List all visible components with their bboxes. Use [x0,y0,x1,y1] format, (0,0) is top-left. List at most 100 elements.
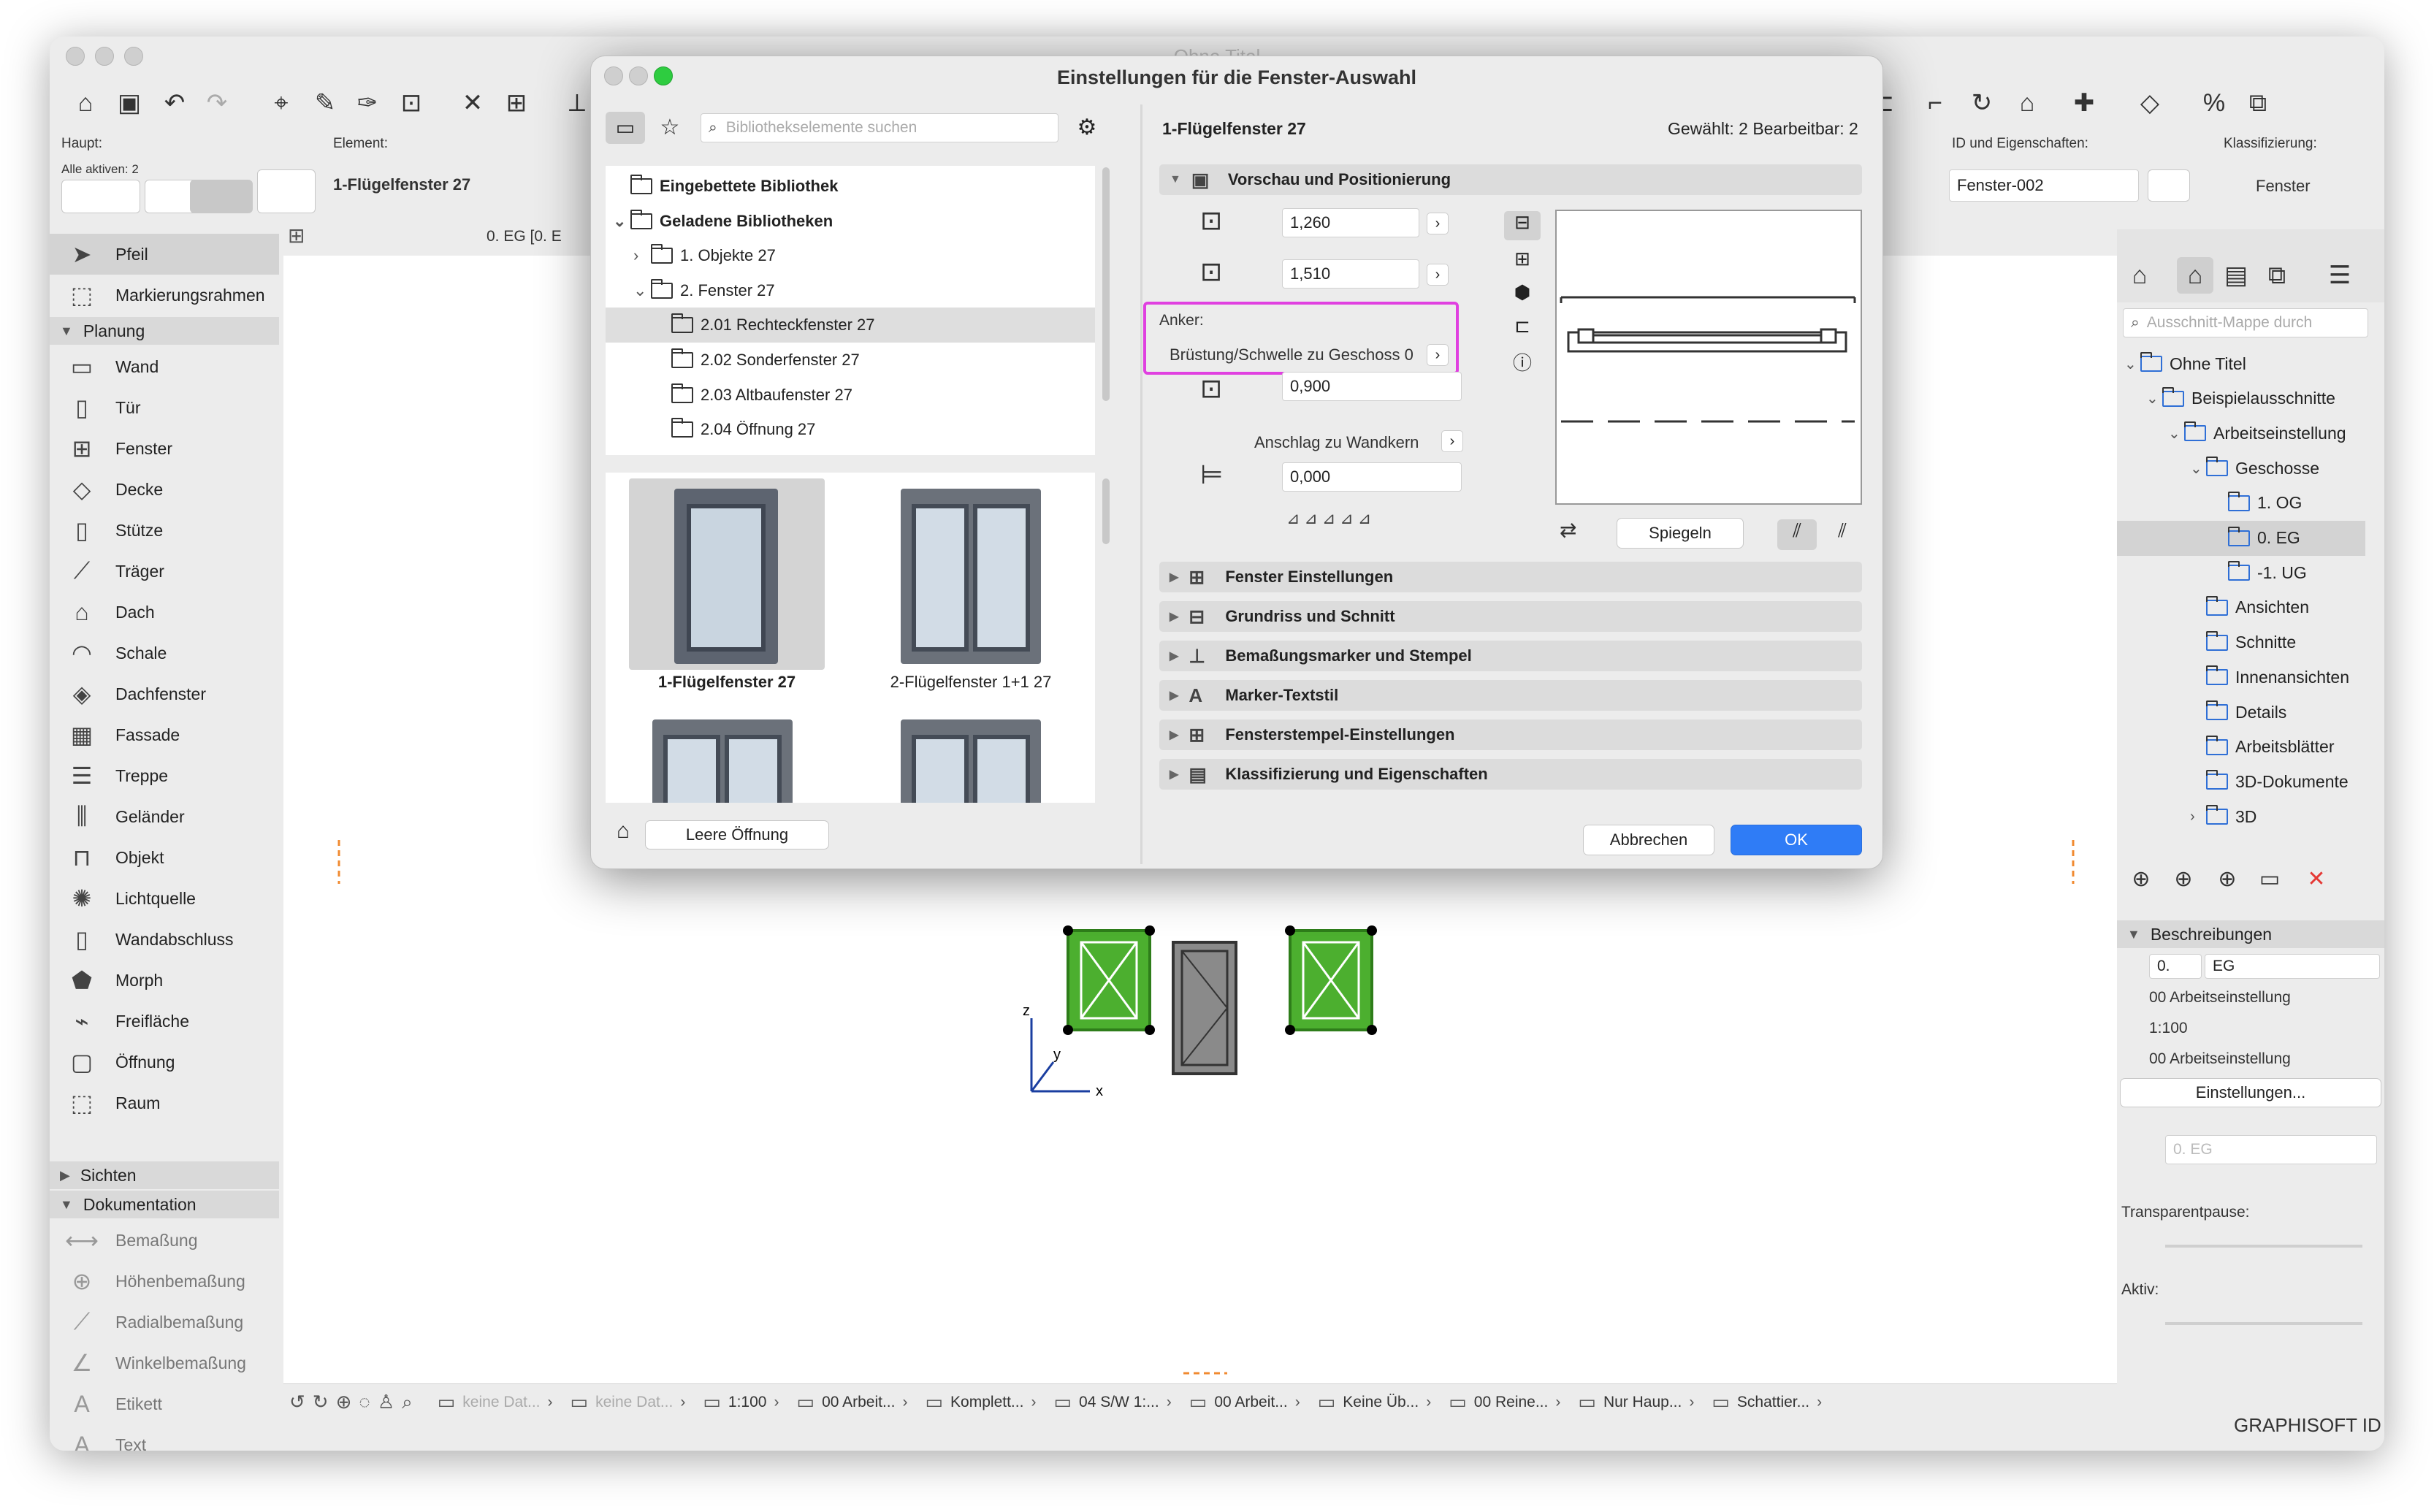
tool-window[interactable]: ⊞ Fenster [50,428,279,469]
add-point-icon[interactable]: ✚ [2066,85,2102,121]
status-item[interactable]: ▭ Komplett... › [925,1391,1036,1413]
reveal-field[interactable]: 0,000 [1282,462,1462,492]
window-element-2[interactable] [1285,925,1377,1035]
percent-icon[interactable]: % [2196,85,2232,121]
home-icon[interactable]: ⌂ [67,85,104,121]
thumb-4-image[interactable] [898,717,1044,803]
chevron-down-icon[interactable]: ⌄ [2124,355,2140,373]
folder-view-icon[interactable]: ▭ [606,112,645,144]
tool-wall[interactable]: ▭ Wand [50,346,279,387]
chevron-down-icon[interactable]: ⌄ [2146,389,2162,408]
tool-radial-dimension[interactable]: ⟋ Radialbemaßung [50,1302,279,1343]
properties-button[interactable] [2148,169,2190,202]
roof-icon[interactable]: ⌂ [2009,85,2045,121]
tool-curtain-wall[interactable]: ▦ Fassade [50,714,279,755]
library-manager-icon[interactable]: ⌂ [607,819,639,851]
transparent-slider[interactable] [2165,1245,2362,1248]
cancel-button[interactable]: Abbrechen [1583,825,1714,855]
publisher-icon[interactable]: ⧉ [2259,257,2295,294]
view-map-icon[interactable]: ⌂ [2177,257,2213,294]
menu-icon[interactable]: ☰ [2322,257,2358,294]
chevron-down-icon[interactable]: ⌄ [633,281,651,300]
tool-roof[interactable]: ⌂ Dach [50,592,279,633]
project-map-icon[interactable]: ⌂ [2121,257,2158,294]
section-marker-textstil[interactable]: ▶ A Marker-Textstil [1159,680,1862,711]
tool-wall-end[interactable]: ▯ Wandabschluss [50,919,279,960]
section-sichten[interactable]: ▶ Sichten [50,1161,279,1189]
tool-door[interactable]: ▯ Tür [50,387,279,428]
plan-preview-icon[interactable]: ⊟ [1504,211,1541,240]
tool-angle-dimension[interactable]: ∠ Winkelbemaßung [50,1343,279,1383]
thumb-3-image[interactable] [649,717,796,803]
navigator-item[interactable]: › 3D [2117,799,2365,834]
navigator-item[interactable]: Schnitte [2117,625,2365,660]
tool-beam[interactable]: ⟋ Träger [50,551,279,592]
id-field[interactable]: Fenster-002 [1949,169,2139,202]
tool-arrow[interactable]: ➤ Pfeil [50,234,279,275]
navigator-item[interactable]: ⌄ Ohne Titel [2117,346,2365,381]
library-tree-item[interactable]: 2.02 Sonderfenster 27 [606,343,1095,378]
library-tree-item[interactable]: Eingebettete Bibliothek [606,169,1095,204]
section-planung[interactable]: ▼ Planung [50,317,279,345]
library-tree-scrollbar[interactable] [1102,167,1110,401]
gravity-button[interactable] [190,180,253,213]
library-tree-item[interactable]: 2.04 Öffnung 27 [606,412,1095,447]
beschreibungen-header[interactable]: ▼ Beschreibungen [2117,920,2384,948]
navigator-item[interactable]: ⌄ Geschosse [2117,451,2365,486]
chevron-right-icon[interactable]: › [633,246,651,265]
reveal-arrow-button[interactable]: › [1441,430,1463,452]
section-preview-icon[interactable]: ⊏ [1504,315,1541,344]
navigator-item[interactable]: 0. EG [2117,520,2365,556]
find-select-icon[interactable]: ⌖ [263,85,300,121]
navigator-item[interactable]: ⌄ Arbeitseinstellung [2117,416,2365,451]
status-item[interactable]: ▭ 00 Arbeit... › [1189,1391,1300,1413]
thumb-1-image[interactable] [671,486,781,667]
pane-divider[interactable] [1140,104,1142,864]
status-item[interactable]: ▭ keine Dat... › [438,1391,553,1413]
navigator-item[interactable]: 1. OG [2117,486,2365,521]
navigator-item[interactable]: Details [2117,695,2365,730]
inject-icon[interactable]: ✑ [349,85,386,121]
ruler-icon[interactable]: ⊞ [498,85,535,121]
corner-icon[interactable]: ⌐ [1917,85,1953,121]
height-field[interactable]: 1,510 [1282,259,1419,289]
front-preview-icon[interactable]: ⊞ [1504,248,1541,277]
favorites-icon[interactable]: ☆ [654,112,686,144]
tool-lamp[interactable]: ✺ Lichtquelle [50,878,279,919]
library-search-input[interactable]: ⌕ Bibliothekselemente suchen [701,113,1058,142]
status-item[interactable]: ▭ 00 Reine... › [1449,1391,1560,1413]
navigator-item[interactable]: 3D-Dokumente [2117,764,2365,799]
tool-text[interactable]: A Text [50,1424,279,1451]
tool-mesh[interactable]: ⌁ Freifläche [50,1001,279,1042]
gear-icon[interactable]: ⚙ [1069,112,1105,144]
section-bemassung[interactable]: ▶ ⊥ Bemaßungsmarker und Stempel [1159,641,1862,671]
tab-grid-icon[interactable]: ⊞ [288,224,324,250]
library-tree-item[interactable]: 2.01 Rechteckfenster 27 [606,308,1095,343]
story-number-field[interactable]: 0. [2149,954,2202,979]
thumb-2-image[interactable] [898,486,1044,667]
swing-icon[interactable]: ⇄ [1560,518,1614,550]
tool-dimension[interactable]: ⟷ Bemaßung [50,1220,279,1261]
reveal-options-icons[interactable]: ⊿⊿⊿⊿⊿ [1286,509,1418,534]
status-item[interactable]: ▭ Schattier... › [1712,1391,1822,1413]
magic-wand-icon[interactable]: ⊡ [393,85,430,121]
thumb-scrollbar[interactable] [1102,478,1110,544]
chevron-right-icon[interactable]: › [2190,809,2206,825]
section-fenster-einstellungen[interactable]: ▶ ⊞ Fenster Einstellungen [1159,562,1862,592]
status-item[interactable]: ▭ Nur Haup... › [1578,1391,1694,1413]
rotate-icon[interactable]: ↻ [1964,85,2000,121]
status-item[interactable]: ▭ 1:100 › [703,1391,779,1413]
navigator-item[interactable]: Ansichten [2117,590,2365,625]
tool-label[interactable]: A Etikett [50,1383,279,1424]
section-klassifizierung[interactable]: ▶ ▤ Klassifizierung und Eigenschaften [1159,759,1862,790]
status-item[interactable]: ▭ Keine Üb... › [1318,1391,1431,1413]
chevron-down-icon[interactable]: ⌄ [2190,459,2206,478]
library-tree-item[interactable]: 2.03 Altbaufenster 27 [606,378,1095,413]
copy-icon[interactable]: ⧉ [2240,85,2276,121]
navigator-item[interactable]: Arbeitsblätter [2117,730,2365,765]
opening-side-right-icon[interactable]: ⫽ [1823,519,1862,550]
status-item[interactable]: ▭ 04 S/W 1:... › [1053,1391,1171,1413]
save-icon[interactable]: ▣ [111,85,148,121]
tool-marquee[interactable]: ⬚ Markierungsrahmen [50,275,279,316]
guide-icon[interactable]: ⟂ [568,85,586,121]
